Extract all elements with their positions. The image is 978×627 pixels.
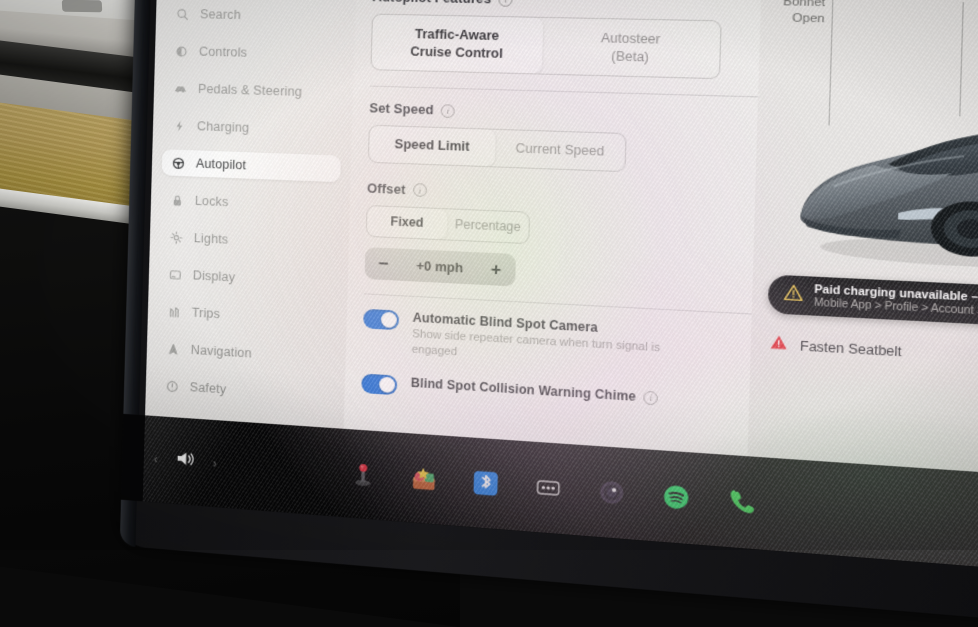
sidebar-item-label: Pedals & Steering: [198, 82, 302, 99]
settings-sidebar[interactable]: Search Controls Pedals & Steering Chargi…: [145, 0, 357, 429]
info-icon[interactable]: i: [643, 390, 658, 405]
notification-paid-charging-unavailable[interactable]: Paid charging unavailable – Check unpaid…: [768, 274, 978, 331]
volume-prev-button[interactable]: ‹: [154, 452, 158, 466]
setting-row-blind-spot-collision-warning-chime[interactable]: Blind Spot Collision Warning Chime i: [361, 372, 749, 417]
sidebar-item-search[interactable]: Search: [166, 0, 345, 30]
toggle-title: Blind Spot Collision Warning Chime i: [411, 375, 659, 405]
sidebar-item-label: Locks: [195, 194, 229, 210]
sidebar-item-controls[interactable]: Controls: [165, 38, 344, 69]
segment-speed-limit[interactable]: Speed Limit: [369, 126, 496, 166]
vehicle-status-panel[interactable]: Bonnet Open B O: [747, 0, 978, 480]
increment-button[interactable]: +: [491, 261, 502, 279]
sidebar-item-locks[interactable]: Locks: [161, 186, 340, 220]
sun-icon: [169, 230, 183, 245]
set-speed-segmented-control[interactable]: Speed Limit Current Speed: [368, 125, 627, 172]
autopilot-features-label-row: Autopilot Features i: [372, 0, 761, 11]
bolt-icon: [172, 118, 186, 133]
unlocked-padlock-icon[interactable]: [952, 0, 971, 4]
callout-line2: Open: [792, 12, 825, 26]
sidebar-item-lights[interactable]: Lights: [160, 223, 339, 258]
sidebar-item-label: Lights: [194, 231, 229, 247]
phone-icon[interactable]: [725, 486, 757, 517]
sidebar-item-label: Controls: [199, 44, 248, 59]
notification-fasten-seatbelt[interactable]: Fasten Seatbelt: [769, 333, 902, 364]
toybox-icon[interactable]: [409, 464, 438, 494]
info-icon[interactable]: i: [499, 0, 513, 6]
callout-line1: Bonnet: [783, 0, 825, 9]
toggle-blind-spot-collision-warning-chime[interactable]: [361, 373, 397, 395]
set-speed-label-row: Set Speed i: [369, 101, 757, 128]
search-icon: [175, 7, 189, 21]
toggle-knob: [379, 377, 395, 393]
spotify-icon[interactable]: [660, 482, 691, 513]
ceiling-clip: [62, 0, 103, 12]
sidebar-item-charging[interactable]: Charging: [163, 112, 342, 144]
offset-value: +0 mph: [416, 259, 463, 276]
decrement-button[interactable]: −: [378, 255, 389, 273]
dock-icons[interactable]: [348, 459, 757, 517]
navigation-arrow-icon: [166, 341, 180, 356]
steering-wheel-icon: [171, 156, 185, 171]
warning-circle-icon: [165, 378, 179, 393]
volume-control[interactable]: ‹ ›: [122, 445, 314, 483]
sidebar-item-safety[interactable]: Safety: [155, 372, 334, 410]
info-icon[interactable]: i: [413, 183, 427, 197]
sidebar-item-label: Autopilot: [196, 156, 247, 172]
vehicle-render-model-3: [785, 103, 978, 281]
lock-icon: [170, 193, 184, 208]
segment-current-speed[interactable]: Current Speed: [495, 130, 626, 171]
autopilot-features-label: Autopilot Features: [372, 0, 491, 6]
sidebar-item-pedals-steering[interactable]: Pedals & Steering: [164, 75, 343, 107]
setting-row-automatic-blind-spot-camera[interactable]: Automatic Blind Spot Camera Show side re…: [362, 308, 751, 378]
autopilot-features-segmented-control[interactable]: Traffic-Aware Cruise Control Autosteer (…: [370, 14, 721, 80]
offset-label: Offset: [367, 181, 406, 197]
bluetooth-icon[interactable]: [470, 468, 500, 498]
autopilot-settings-panel[interactable]: Profile Autopilot Features i Traffic-Awa…: [344, 0, 763, 456]
notification-text: Fasten Seatbelt: [800, 339, 902, 360]
more-dots-icon[interactable]: [533, 473, 563, 503]
warning-triangle-red-icon: [769, 333, 789, 358]
offset-segmented-control[interactable]: Fixed Percentage: [366, 204, 531, 244]
sidebar-item-trips[interactable]: Trips: [158, 298, 337, 334]
controls-icon: [174, 44, 188, 58]
sidebar-item-display[interactable]: Display: [159, 261, 338, 296]
trips-icon: [167, 304, 181, 319]
sidebar-item-label: Search: [200, 7, 241, 22]
set-speed-label: Set Speed: [369, 101, 434, 117]
volume-next-button[interactable]: ›: [213, 456, 217, 470]
sidebar-item-label: Safety: [190, 380, 227, 396]
arcade-joystick-icon[interactable]: [348, 459, 377, 489]
car-icon: [173, 81, 187, 95]
sidebar-item-label: Trips: [192, 306, 221, 322]
sidebar-item-label: Display: [193, 268, 236, 284]
sidebar-item-label: Charging: [197, 119, 250, 135]
info-icon[interactable]: i: [441, 104, 455, 118]
sidebar-item-label: Navigation: [191, 343, 252, 361]
toggle-title-text: Blind Spot Collision Warning Chime: [411, 375, 636, 404]
offset-stepper[interactable]: − +0 mph +: [364, 247, 515, 286]
divider: [370, 86, 758, 98]
dashcam-icon[interactable]: [596, 477, 627, 508]
sidebar-item-autopilot[interactable]: Autopilot: [162, 149, 341, 182]
segment-percentage[interactable]: Percentage: [447, 209, 529, 244]
toggle-knob: [381, 312, 397, 328]
toggle-automatic-blind-spot-camera[interactable]: [363, 309, 399, 331]
sidebar-item-navigation[interactable]: Navigation: [157, 335, 336, 372]
display-icon: [168, 267, 182, 282]
callout-leader-line: [959, 2, 964, 116]
segment-fixed[interactable]: Fixed: [367, 205, 448, 239]
tesla-touchscreen[interactable]: Search Controls Pedals & Steering Chargi…: [120, 0, 978, 627]
warning-triangle-icon: [783, 282, 804, 308]
speaker-icon[interactable]: [174, 449, 196, 475]
segment-autosteer-beta[interactable]: Autosteer (Beta): [542, 18, 721, 78]
segment-traffic-aware-cruise-control[interactable]: Traffic-Aware Cruise Control: [371, 15, 543, 74]
